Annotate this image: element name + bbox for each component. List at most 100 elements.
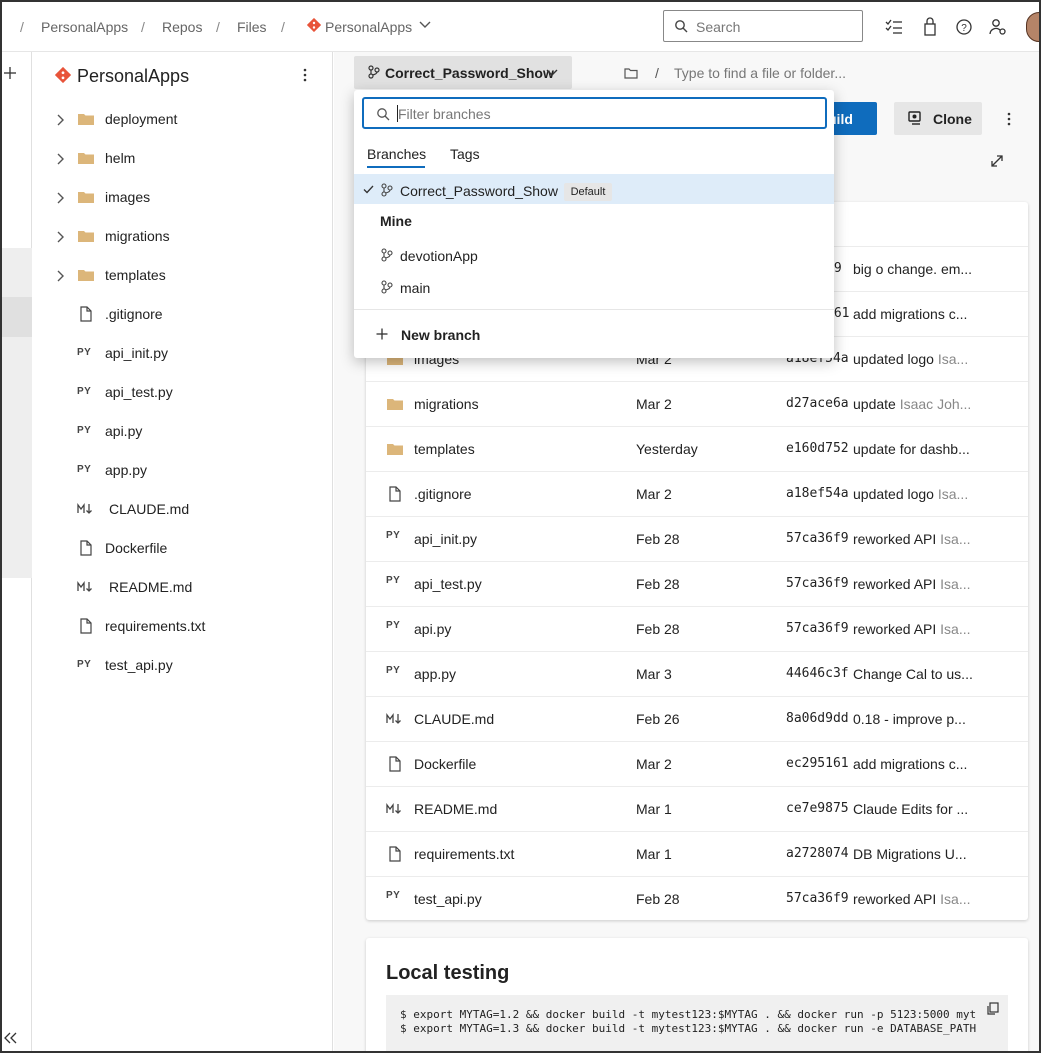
breadcrumb-files[interactable]: Files: [237, 19, 267, 35]
tree-item[interactable]: migrations: [33, 217, 332, 256]
chevron-right-icon[interactable]: [57, 114, 65, 126]
branch-item-devotionapp[interactable]: devotionApp: [400, 248, 478, 264]
more-options-icon[interactable]: [1007, 112, 1011, 126]
branch-item-main[interactable]: main: [400, 280, 430, 296]
file-row[interactable]: PY api.py Feb 28 57ca36f9 reworked API Isa..…: [366, 606, 1028, 651]
file-row[interactable]: Dockerfile Mar 2 ec295161 add migrations c.…: [366, 741, 1028, 786]
rail-active-item[interactable]: [2, 297, 32, 337]
commit-message-text: add migrations c...: [853, 756, 968, 772]
file-name[interactable]: README.md: [414, 801, 497, 817]
branch-selector-button[interactable]: Correct_Password_Show: [354, 56, 572, 89]
copy-icon[interactable]: [986, 1002, 999, 1015]
commit-sha[interactable]: 57ca36f9: [786, 531, 849, 546]
file-row[interactable]: .gitignore Mar 2 a18ef54a updated logo Isa.…: [366, 471, 1028, 516]
file-row[interactable]: requirements.txt Mar 1 a2728074 DB Migratio…: [366, 831, 1028, 876]
commit-sha[interactable]: 44646c3f: [786, 666, 849, 681]
chevron-right-icon[interactable]: [57, 231, 65, 243]
chevron-down-icon[interactable]: [419, 21, 431, 29]
tree-item[interactable]: images: [33, 178, 332, 217]
commit-sha[interactable]: a18ef54a: [786, 486, 849, 501]
file-name[interactable]: test_api.py: [414, 891, 482, 907]
file-name[interactable]: migrations: [414, 396, 479, 412]
file-date: Yesterday: [636, 441, 698, 457]
folder-icon: [78, 270, 94, 281]
chevron-right-icon[interactable]: [57, 153, 65, 165]
commit-sha[interactable]: ec295161: [786, 756, 849, 771]
tree-item-label: Dockerfile: [105, 540, 168, 556]
tree-item[interactable]: README.md: [33, 568, 332, 607]
breadcrumb-org[interactable]: PersonalApps: [41, 19, 128, 35]
chevron-right-icon[interactable]: [57, 192, 65, 204]
file-row[interactable]: PY app.py Mar 3 44646c3f Change Cal to us...: [366, 651, 1028, 696]
task-list-icon[interactable]: [884, 17, 904, 37]
tree-item[interactable]: CLAUDE.md: [33, 490, 332, 529]
commit-sha[interactable]: ce7e9875: [786, 801, 849, 816]
commit-message-text: reworked API: [853, 576, 937, 592]
file-row[interactable]: README.md Mar 1 ce7e9875 Claude Edits for .…: [366, 786, 1028, 831]
folder-outline-icon: [624, 68, 638, 79]
file-name[interactable]: app.py: [414, 666, 456, 682]
collapse-icon[interactable]: [4, 1032, 18, 1044]
file-row[interactable]: PY api_test.py Feb 28 57ca36f9 reworked API …: [366, 561, 1028, 606]
file-name[interactable]: Dockerfile: [414, 756, 476, 772]
add-icon[interactable]: [3, 66, 17, 80]
file-name[interactable]: api.py: [414, 621, 451, 637]
file-name[interactable]: requirements.txt: [414, 846, 514, 862]
path-search-input[interactable]: Type to find a file or folder...: [674, 65, 846, 81]
expand-icon[interactable]: [990, 154, 1004, 168]
shopping-bag-icon[interactable]: [920, 17, 940, 37]
file-row[interactable]: CLAUDE.md Feb 26 8a06d9dd 0.18 - improve p.…: [366, 696, 1028, 741]
commit-sha[interactable]: a2728074: [786, 846, 849, 861]
more-options-icon[interactable]: [302, 68, 308, 82]
search-input[interactable]: Search: [663, 10, 863, 42]
chevron-down-icon: [546, 69, 558, 76]
file-name[interactable]: templates: [414, 441, 475, 457]
commit-sha[interactable]: 57ca36f9: [786, 891, 849, 906]
tree-item[interactable]: .gitignore: [33, 295, 332, 334]
tree-item[interactable]: PY test_api.py: [33, 646, 332, 685]
file-date: Feb 26: [636, 711, 680, 727]
tree-item[interactable]: PY api.py: [33, 412, 332, 451]
breadcrumb-separator: /: [216, 19, 220, 35]
tree-item[interactable]: PY api_test.py: [33, 373, 332, 412]
tree-item-label: migrations: [105, 228, 170, 244]
filter-branches-input[interactable]: Filter branches: [362, 97, 827, 129]
section-label-mine: Mine: [380, 213, 412, 229]
file-name[interactable]: .gitignore: [414, 486, 472, 502]
file-name[interactable]: CLAUDE.md: [414, 711, 494, 727]
tree-item[interactable]: requirements.txt: [33, 607, 332, 646]
tree-item[interactable]: templates: [33, 256, 332, 295]
clone-button[interactable]: Clone: [894, 102, 982, 135]
repo-logo-icon: [307, 18, 321, 32]
branch-icon: [381, 183, 393, 197]
commit-sha[interactable]: e160d752: [786, 441, 849, 456]
commit-sha[interactable]: d27ace6a: [786, 396, 849, 411]
tab-tags[interactable]: Tags: [450, 146, 480, 162]
avatar[interactable]: [1026, 12, 1039, 42]
folder-icon: [78, 114, 94, 125]
user-settings-icon[interactable]: [988, 17, 1008, 37]
tree-item[interactable]: deployment: [33, 100, 332, 139]
breadcrumb-repo[interactable]: PersonalApps: [325, 19, 412, 35]
commit-sha[interactable]: 8a06d9dd: [786, 711, 849, 726]
commit-sha[interactable]: 57ca36f9: [786, 576, 849, 591]
commit-message: update for dashb...: [853, 441, 973, 457]
tab-branches[interactable]: Branches: [367, 146, 426, 162]
breadcrumb-repos[interactable]: Repos: [162, 19, 202, 35]
tree-item[interactable]: helm: [33, 139, 332, 178]
file-row[interactable]: PY api_init.py Feb 28 57ca36f9 reworked API …: [366, 516, 1028, 561]
tree-item[interactable]: Dockerfile: [33, 529, 332, 568]
file-name[interactable]: api_test.py: [414, 576, 482, 592]
commit-sha[interactable]: 57ca36f9: [786, 621, 849, 636]
file-row[interactable]: migrations Mar 2 d27ace6a update Isaac Joh.…: [366, 381, 1028, 426]
tree-item-label: requirements.txt: [105, 618, 206, 634]
help-icon[interactable]: ?: [954, 17, 974, 37]
tree-item[interactable]: PY app.py: [33, 451, 332, 490]
chevron-right-icon[interactable]: [57, 270, 65, 282]
file-row[interactable]: PY test_api.py Feb 28 57ca36f9 reworked API …: [366, 876, 1028, 921]
file-name[interactable]: api_init.py: [414, 531, 477, 547]
file-row[interactable]: templates Yesterday e160d752 update for das…: [366, 426, 1028, 471]
tree-item[interactable]: PY api_init.py: [33, 334, 332, 373]
new-branch-button[interactable]: New branch: [401, 327, 480, 343]
file-date: Feb 28: [636, 531, 680, 547]
